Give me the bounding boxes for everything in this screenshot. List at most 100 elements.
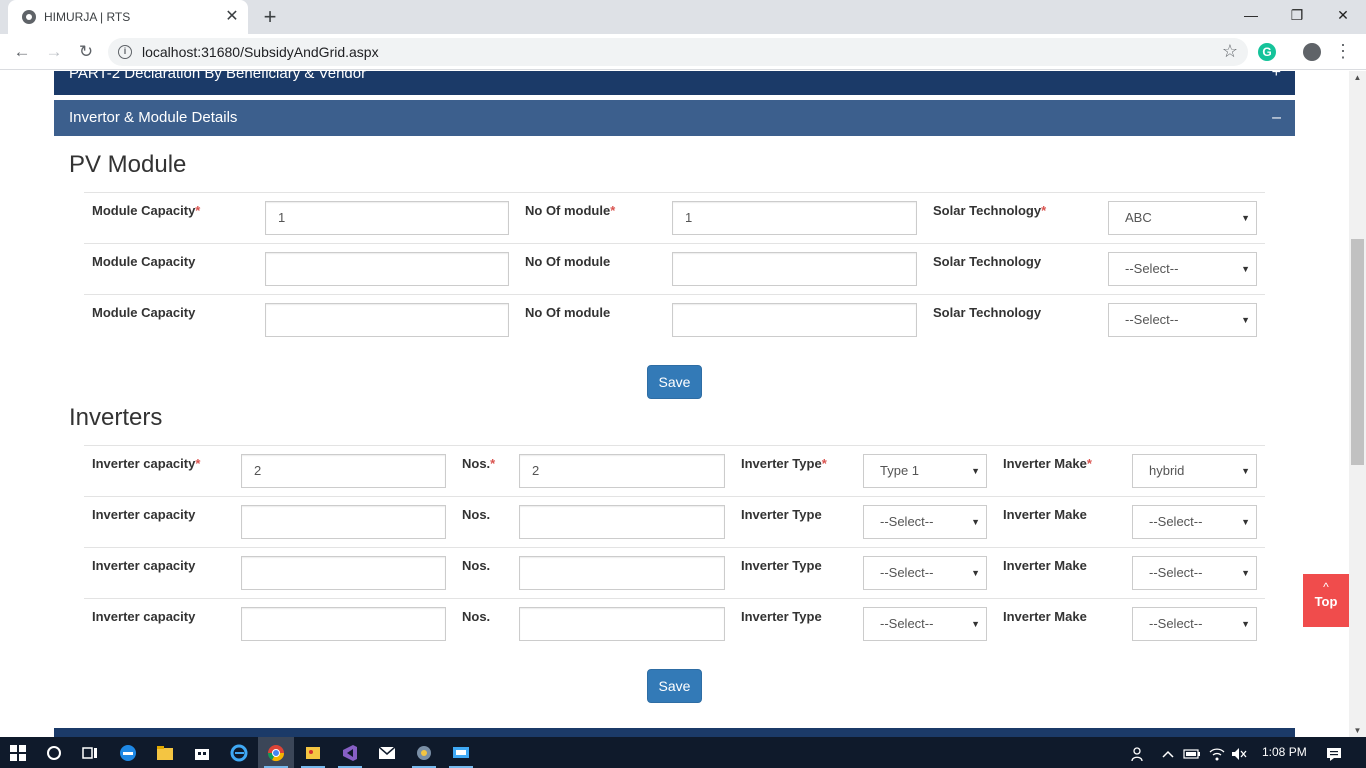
- solar-technology-select-3[interactable]: --Select-- ▼: [1108, 303, 1257, 337]
- edge-icon[interactable]: [110, 737, 146, 768]
- module-capacity-input-2[interactable]: [265, 252, 509, 286]
- inverter-type-select-3[interactable]: --Select-- ▼: [863, 556, 987, 590]
- people-icon[interactable]: [1128, 737, 1148, 768]
- minimize-button[interactable]: —: [1228, 0, 1274, 30]
- module-capacity-label: Module Capacity*: [92, 203, 201, 218]
- vertical-scrollbar[interactable]: ▲ ▼: [1349, 71, 1366, 737]
- mail-icon[interactable]: [369, 737, 405, 768]
- restore-button[interactable]: ❐: [1274, 0, 1320, 30]
- inverter-type-select-1[interactable]: Type 1 ▼: [863, 454, 987, 488]
- no-of-module-label: No Of module: [525, 254, 611, 269]
- chevron-down-icon: ▼: [1241, 315, 1250, 325]
- new-tab-button[interactable]: +: [258, 5, 282, 29]
- solar-technology-select-2[interactable]: --Select-- ▼: [1108, 252, 1257, 286]
- wifi-icon[interactable]: [1207, 737, 1227, 768]
- save-pv-module-button[interactable]: Save: [647, 365, 702, 399]
- browser-menu-icon[interactable]: ⋮: [1334, 40, 1352, 62]
- scroll-up-icon[interactable]: ▲: [1349, 73, 1366, 82]
- internet-explorer-icon[interactable]: [221, 737, 257, 768]
- inverter-make-select-1[interactable]: hybrid ▼: [1132, 454, 1257, 488]
- inverter-capacity-label: Inverter capacity*: [92, 456, 201, 471]
- chevron-down-icon: ▼: [1241, 619, 1250, 629]
- site-info-icon[interactable]: i: [118, 45, 132, 59]
- browser-tab[interactable]: HIMURJA | RTS ✕: [8, 0, 248, 34]
- panel-invertor-header[interactable]: Invertor & Module Details –: [54, 100, 1295, 136]
- panel-part2-title: PART-2 Declaration By Beneficiary & Vend…: [69, 71, 367, 82]
- tab-close-icon[interactable]: ✕: [222, 7, 242, 27]
- back-icon[interactable]: ←: [10, 40, 34, 64]
- no-of-module-input-2[interactable]: [672, 252, 917, 286]
- taskbar-clock[interactable]: 1:08 PM: [1262, 737, 1307, 768]
- row-divider: [84, 547, 1265, 548]
- task-view-icon[interactable]: [72, 737, 108, 768]
- collapse-icon[interactable]: –: [1272, 100, 1281, 136]
- battery-icon[interactable]: [1182, 737, 1202, 768]
- chevron-down-icon: ▼: [1241, 466, 1250, 476]
- no-of-module-input-3[interactable]: [672, 303, 917, 337]
- nos-input-1[interactable]: 2: [519, 454, 725, 488]
- visual-studio-icon[interactable]: [332, 737, 368, 768]
- nos-input-2[interactable]: [519, 505, 725, 539]
- url-text[interactable]: localhost:31680/SubsidyAndGrid.aspx: [142, 44, 379, 60]
- chevron-down-icon: ▼: [971, 568, 980, 578]
- nos-input-4[interactable]: [519, 607, 725, 641]
- chrome-icon[interactable]: [258, 737, 294, 768]
- speaker-muted-icon[interactable]: [1229, 737, 1249, 768]
- next-panel-header[interactable]: [54, 728, 1295, 737]
- inverter-type-label: Inverter Type: [741, 558, 822, 573]
- address-bar[interactable]: i localhost:31680/SubsidyAndGrid.aspx ☆: [108, 38, 1248, 66]
- scrollbar-thumb[interactable]: [1351, 239, 1364, 465]
- solar-technology-label: Solar Technology*: [933, 203, 1047, 218]
- inverter-type-select-4[interactable]: --Select-- ▼: [863, 607, 987, 641]
- inverter-capacity-input-4[interactable]: [241, 607, 446, 641]
- inverter-make-label: Inverter Make: [1003, 558, 1087, 573]
- no-of-module-label: No Of module*: [525, 203, 616, 218]
- notifications-icon[interactable]: [1322, 737, 1346, 768]
- scroll-to-top-button[interactable]: ^ Top: [1303, 574, 1349, 627]
- profile-icon[interactable]: [1303, 43, 1321, 61]
- module-capacity-input-1[interactable]: 1: [265, 201, 509, 235]
- pv-module-title: PV Module: [69, 151, 187, 178]
- inverter-make-select-2[interactable]: --Select-- ▼: [1132, 505, 1257, 539]
- panel-part2-header[interactable]: PART-2 Declaration By Beneficiary & Vend…: [54, 71, 1295, 95]
- grammarly-extension-icon[interactable]: G: [1258, 43, 1276, 61]
- inverter-capacity-input-2[interactable]: [241, 505, 446, 539]
- nos-label: Nos.: [462, 609, 491, 624]
- inverter-type-label: Inverter Type: [741, 609, 822, 624]
- inverter-make-label: Inverter Make: [1003, 609, 1087, 624]
- row-divider: [84, 598, 1265, 599]
- chevron-down-icon: ▼: [971, 466, 980, 476]
- windows-taskbar: 1:08 PM: [0, 737, 1366, 768]
- inverter-type-select-2[interactable]: --Select-- ▼: [863, 505, 987, 539]
- inverter-capacity-input-1[interactable]: 2: [241, 454, 446, 488]
- forward-icon[interactable]: →: [42, 40, 66, 64]
- app-icon[interactable]: [406, 737, 442, 768]
- inverters-title: Inverters: [69, 404, 163, 431]
- module-capacity-label: Module Capacity: [92, 305, 196, 320]
- close-window-button[interactable]: ✕: [1320, 0, 1366, 30]
- chevron-up-icon[interactable]: [1158, 737, 1178, 768]
- expand-icon[interactable]: +: [1272, 71, 1281, 81]
- inverter-make-select-4[interactable]: --Select-- ▼: [1132, 607, 1257, 641]
- paint-icon[interactable]: [295, 737, 331, 768]
- browser-toolbar: ← → ↻ i localhost:31680/SubsidyAndGrid.a…: [0, 34, 1366, 70]
- scroll-down-icon[interactable]: ▼: [1349, 726, 1366, 735]
- bookmark-star-icon[interactable]: ☆: [1222, 41, 1238, 62]
- solar-technology-select-1[interactable]: ABC ▼: [1108, 201, 1257, 235]
- chevron-down-icon: ▼: [1241, 264, 1250, 274]
- module-capacity-input-3[interactable]: [265, 303, 509, 337]
- inverter-type-label: Inverter Type*: [741, 456, 827, 471]
- file-explorer-icon[interactable]: [147, 737, 183, 768]
- nos-label: Nos.: [462, 558, 491, 573]
- inverter-make-select-3[interactable]: --Select-- ▼: [1132, 556, 1257, 590]
- nos-input-3[interactable]: [519, 556, 725, 590]
- windows-start-icon[interactable]: [0, 737, 36, 768]
- no-of-module-input-1[interactable]: 1: [672, 201, 917, 235]
- remote-desktop-icon[interactable]: [443, 737, 479, 768]
- inverter-capacity-input-3[interactable]: [241, 556, 446, 590]
- no-of-module-label: No Of module: [525, 305, 611, 320]
- cortana-search-icon[interactable]: [36, 737, 72, 768]
- save-inverters-button[interactable]: Save: [647, 669, 702, 703]
- store-icon[interactable]: [184, 737, 220, 768]
- reload-icon[interactable]: ↻: [74, 40, 98, 64]
